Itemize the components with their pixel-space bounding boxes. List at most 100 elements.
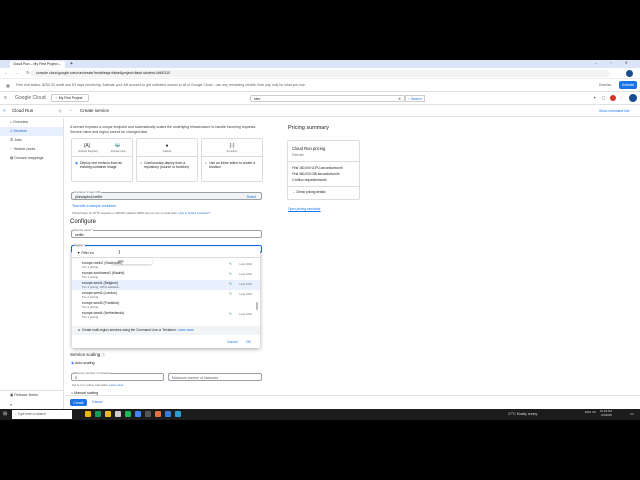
- min-instances-field[interactable]: Minimum number of instances 0: [71, 371, 164, 381]
- region-option[interactable]: europe-southwest1 (Madrid) Tier 1 pricing…: [72, 270, 260, 280]
- region-option[interactable]: europe-west3 (Frankfurt) Tier 2 pricing: [72, 300, 260, 310]
- cancel-button[interactable]: Cancel: [92, 400, 103, 404]
- browser-tab[interactable]: Cloud Run – My First Project –: [10, 61, 65, 68]
- explorer-icon[interactable]: [105, 411, 111, 417]
- how-to-build-link[interactable]: How to build a container?: [179, 211, 211, 215]
- region-option[interactable]: europe-west4 (Netherlands) Tier 1 pricing…: [72, 310, 260, 320]
- sidebar-item-services[interactable]: ⅄ Services: [0, 127, 63, 136]
- leaf-icon: ✎: [229, 262, 232, 266]
- sidebar-item-jobs[interactable]: ☰ Jobs: [0, 136, 63, 145]
- nav-buttons[interactable]: ← → ↻: [4, 70, 33, 75]
- radio[interactable]: ○: [205, 161, 207, 169]
- auto-scaling-radio[interactable]: ◉ Auto scaling: [71, 361, 95, 365]
- source-card-container-image[interactable]: (A) 🐳 Artifact Registry Docker Hub ◉ Deploy…: [71, 138, 133, 182]
- spotify-icon[interactable]: [125, 411, 131, 417]
- filter-input[interactable]: ▼ Filter eu I: [72, 247, 260, 258]
- region-option[interactable]: europe-north2 (Stockholm) Tier 1 pricing ✎…: [72, 260, 260, 270]
- min-hint: Set to 1 to reduce cold starts. Learn mo…: [72, 383, 123, 387]
- source-label: Use an inline editor to create a functio…: [209, 161, 256, 169]
- action-bar: Create Cancel: [65, 395, 640, 409]
- service-name-field[interactable]: Service name * netflix: [71, 228, 262, 238]
- chrome-icon[interactable]: [135, 411, 141, 417]
- co2-badge: Low CO2: [239, 292, 252, 296]
- activate-button[interactable]: Activate: [619, 81, 637, 89]
- sidebar-release-notes[interactable]: ▣ Release Notes: [0, 390, 63, 399]
- source-card-repository[interactable]: ● GitHub ○ Continuously deploy from a rep…: [136, 138, 198, 182]
- sidebar-item-domain-mappings[interactable]: ▤ Domain mappings: [0, 154, 63, 163]
- learn-more-link[interactable]: Learn more: [178, 328, 194, 332]
- leaf-icon: ✎: [229, 272, 232, 276]
- image-hint: Should listen for HTTP requests on $PORT…: [72, 211, 210, 215]
- hint: Set to 1 to reduce cold starts.: [72, 383, 109, 387]
- leaf-icon: ✎: [229, 292, 232, 296]
- show-command-line-link[interactable]: Show command line: [599, 109, 630, 113]
- clock[interactable]: 10:18 AM 2/3/2025: [600, 409, 612, 417]
- search-input[interactable]: stev ✕: [250, 95, 405, 102]
- google-cloud-logo[interactable]: Google Cloud: [15, 95, 46, 101]
- label: Release Notes: [14, 393, 38, 397]
- notification-icon[interactable]: ▭: [630, 411, 634, 416]
- search-button[interactable]: ⌕ Search: [405, 95, 425, 102]
- notepad-icon[interactable]: [115, 411, 121, 417]
- header-icons[interactable]: ✦ ▢: [593, 95, 607, 100]
- pin-icon[interactable]: ◁: [58, 108, 61, 113]
- radio-selected[interactable]: ◉: [75, 161, 78, 169]
- project-name: My First Project: [58, 96, 83, 100]
- url-bar[interactable]: console.cloud.google.com/run/create?enab…: [30, 70, 610, 77]
- dropdown-ok-button[interactable]: OK: [246, 340, 251, 344]
- source-label: Continuously deploy from a repository (s…: [144, 161, 190, 169]
- terminal-icon[interactable]: [145, 411, 151, 417]
- browser-window: Cloud Run – My First Project – + – ▫ ✕ ←…: [0, 60, 640, 409]
- radio[interactable]: ○: [140, 161, 142, 169]
- check-pricing-link[interactable]: → Check pricing details: [288, 186, 359, 197]
- co2-badge: Low CO2: [239, 282, 252, 286]
- profile-avatar[interactable]: [626, 70, 633, 77]
- sidebar-item-overview[interactable]: ⌂ Overview: [0, 118, 63, 127]
- edge-icon[interactable]: [95, 411, 101, 417]
- notifications-icon[interactable]: [610, 95, 616, 101]
- dismiss-button[interactable]: Dismiss: [599, 83, 611, 87]
- scrollbar[interactable]: [256, 302, 258, 310]
- app-icon[interactable]: [165, 411, 171, 417]
- help-icon[interactable]: ⓘ: [102, 353, 106, 357]
- account-avatar[interactable]: [629, 94, 637, 102]
- region-tier: Tier 2 pricing: [82, 295, 99, 299]
- learn-more-link[interactable]: Learn more: [109, 383, 123, 387]
- search-value: stev: [254, 97, 261, 101]
- menu-icon[interactable]: ≡: [4, 95, 7, 101]
- clear-icon[interactable]: ✕: [398, 97, 401, 101]
- taskbar-search[interactable]: ⌕ Type here to search: [12, 410, 72, 419]
- project-picker[interactable]: ⁘ My First Project: [51, 94, 89, 102]
- field-value: johnsapbo1/netflix: [75, 195, 103, 199]
- label: Check pricing details: [296, 190, 326, 194]
- firefox-icon[interactable]: [155, 411, 161, 417]
- container-image-field[interactable]: Container image URL johnsapbo1/netflix S…: [71, 190, 262, 200]
- co2-badge: Low CO2: [239, 262, 252, 266]
- test-sample-link[interactable]: Test with a sample container: [72, 204, 116, 208]
- weather[interactable]: 27°C Mostly sunny: [508, 412, 537, 416]
- app-icon[interactable]: [175, 411, 181, 417]
- tab-bar: Cloud Run – My First Project – + – ▫ ✕: [0, 60, 640, 68]
- region-option[interactable]: europe-west2 (London) Tier 2 pricing ✎ Low …: [72, 290, 260, 300]
- new-tab-icon[interactable]: +: [70, 61, 73, 67]
- pricing-calculator-link[interactable]: Open pricing calculator: [288, 207, 321, 211]
- page-title: Create service: [80, 108, 110, 113]
- select-button[interactable]: Select: [247, 195, 256, 199]
- region-option[interactable]: europe-west1 (Belgium) Tier 1 pricing, GP…: [72, 280, 260, 290]
- dropdown-cancel-button[interactable]: Cancel: [227, 340, 238, 344]
- language[interactable]: ENG US: [585, 410, 597, 414]
- window-controls[interactable]: – ▫ ✕: [595, 60, 634, 65]
- collapse-icon[interactable]: «: [10, 402, 12, 407]
- trial-text: Free trial status: $290.93 credit and 83…: [16, 83, 306, 87]
- max-instances-field[interactable]: Maximum number of instances: [168, 373, 262, 381]
- label: Auto scaling: [74, 361, 95, 365]
- label: Domain mappings: [14, 156, 44, 160]
- more-icon[interactable]: ⋮: [619, 95, 623, 100]
- start-icon[interactable]: ⊞: [3, 411, 7, 417]
- back-arrow-icon[interactable]: ←: [69, 107, 74, 113]
- source-card-function[interactable]: {-} Function ○ Use an inline editor to cr…: [201, 138, 263, 182]
- create-button[interactable]: Create: [70, 399, 87, 406]
- sidebar-item-worker-pools[interactable]: ⁘ Worker pools: [0, 145, 63, 154]
- field-label: Minimum number of instances: [74, 371, 112, 375]
- app-icon[interactable]: [85, 411, 91, 417]
